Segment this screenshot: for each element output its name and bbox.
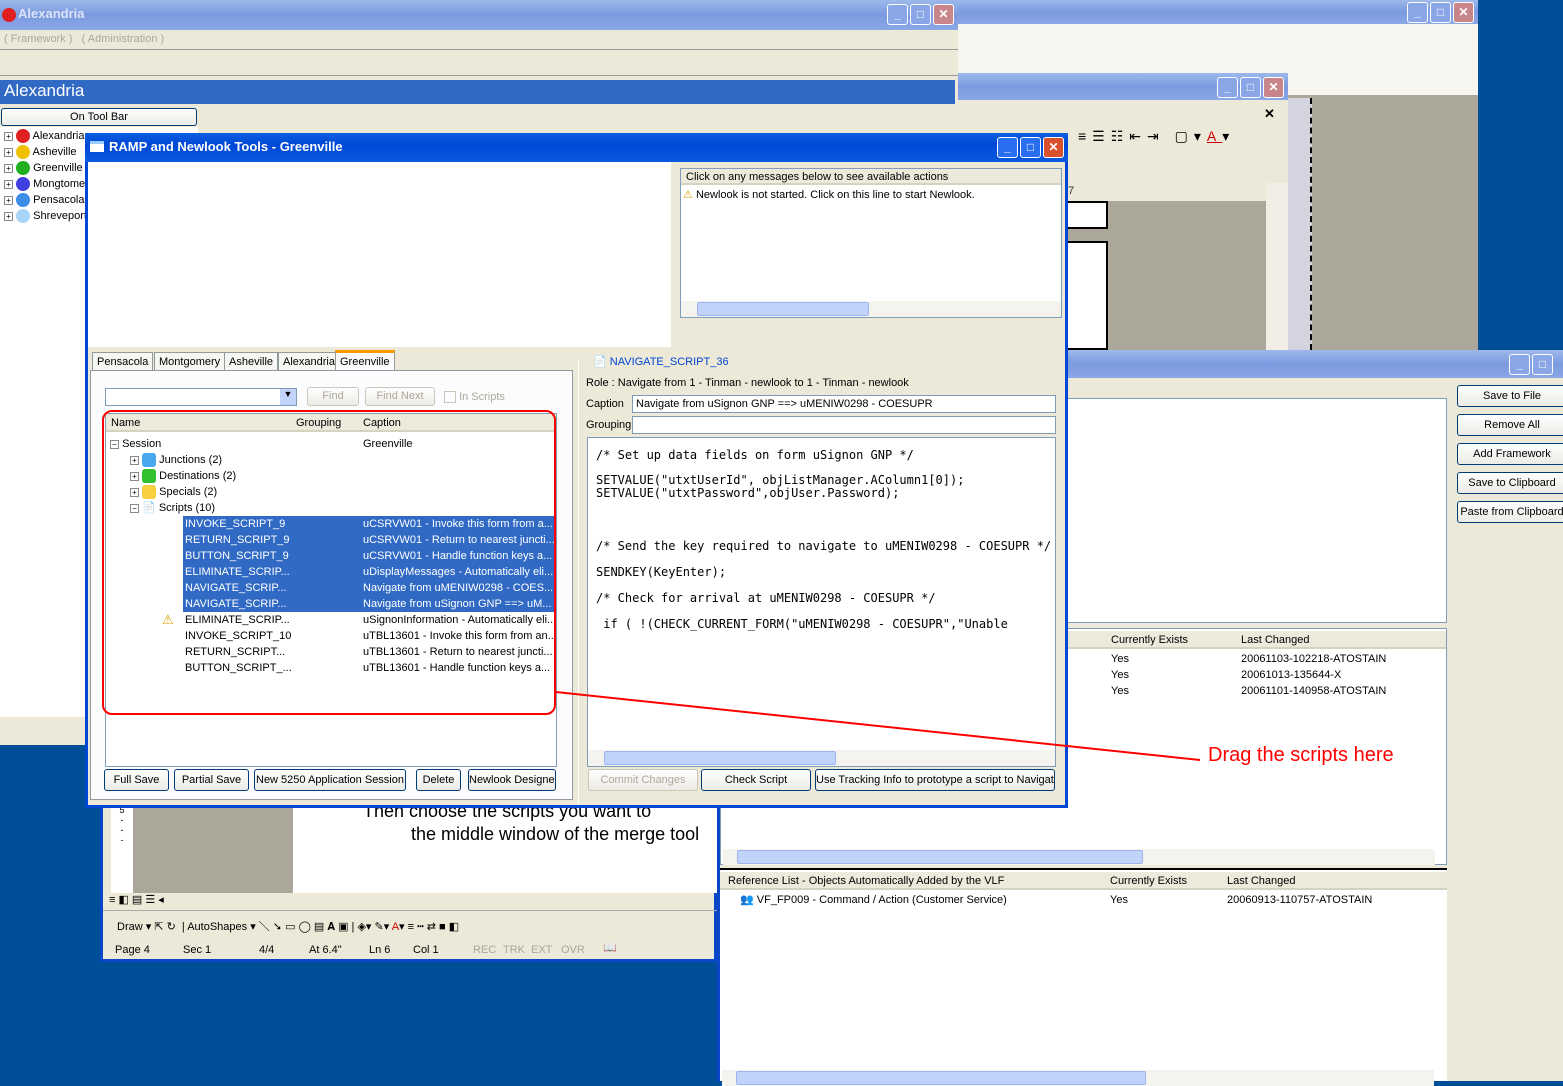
- annotation-arrow-line: [555, 691, 1201, 761]
- annotation-text: Drag the scripts here: [1208, 744, 1394, 766]
